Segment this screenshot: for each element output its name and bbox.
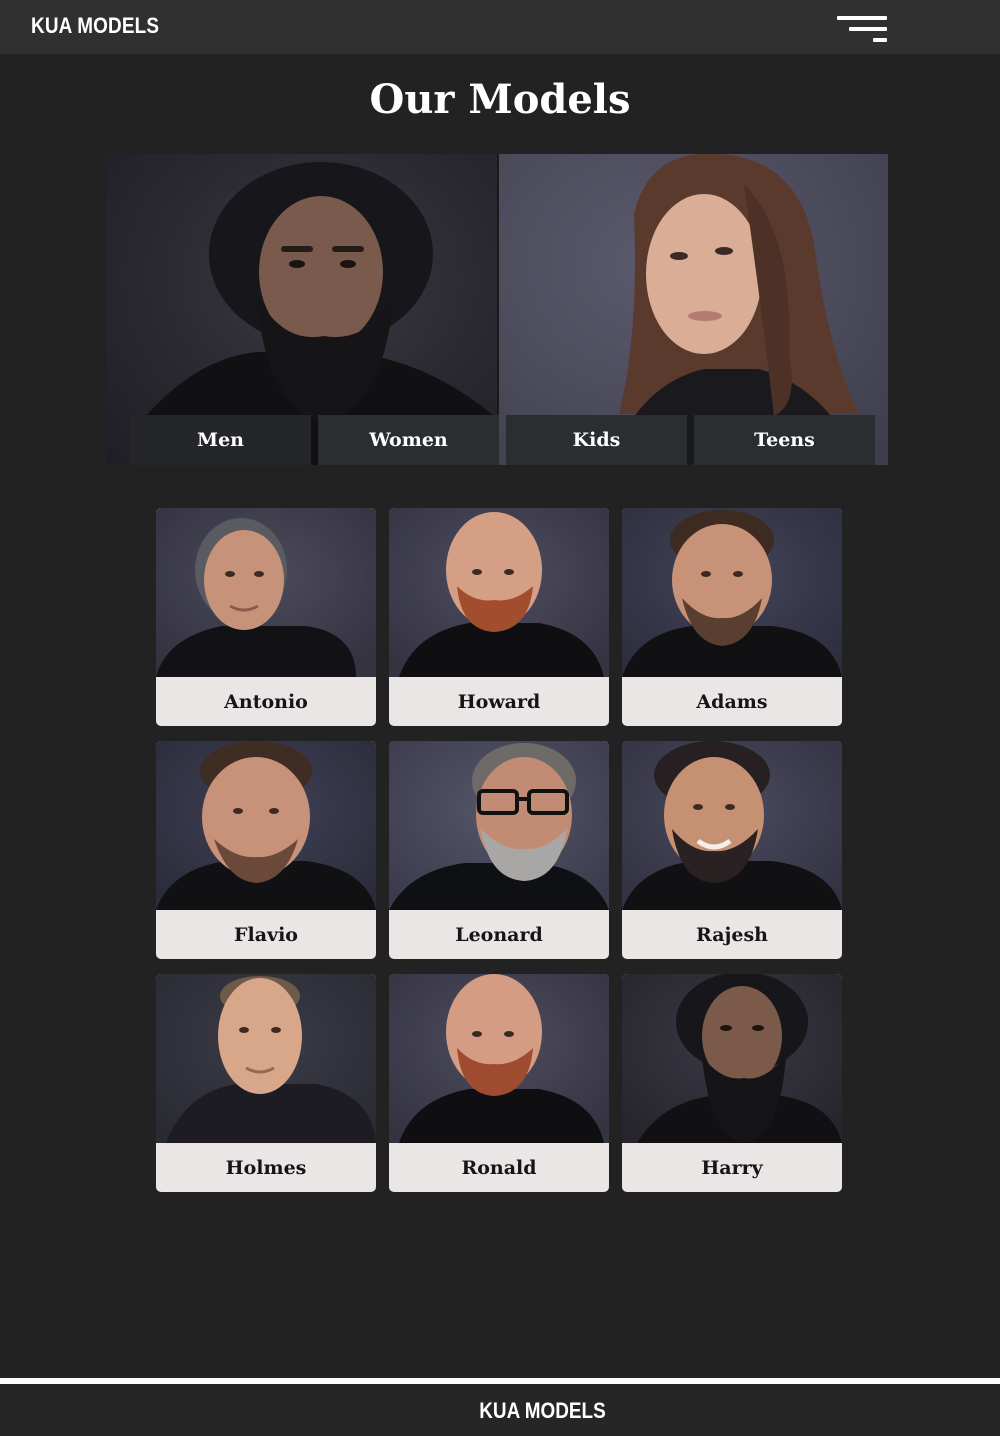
model-photo	[389, 508, 609, 677]
model-name: Rajesh	[695, 923, 768, 946]
model-card-rajesh[interactable]: Rajesh	[622, 741, 842, 959]
model-name: Antonio	[224, 690, 308, 713]
model-photo	[156, 508, 376, 677]
top-navbar: KUA MODELS	[0, 0, 1000, 54]
tab-men[interactable]: Men	[130, 415, 311, 465]
model-name: Adams	[696, 690, 768, 713]
model-name: Flavio	[234, 923, 298, 946]
model-card-howard[interactable]: Howard	[389, 508, 609, 726]
model-card-adams[interactable]: Adams	[622, 508, 842, 726]
hero-banner: Men Women Kids Teens	[106, 154, 888, 465]
model-photo	[622, 741, 842, 910]
model-name: Leonard	[455, 923, 543, 946]
model-name: Harry	[701, 1156, 763, 1179]
model-card-ronald[interactable]: Ronald	[389, 974, 609, 1192]
footer: KUA MODELS	[0, 1384, 1000, 1436]
model-photo	[156, 974, 376, 1143]
model-photo	[389, 974, 609, 1143]
model-photo	[622, 508, 842, 677]
model-photo	[389, 741, 609, 910]
model-photo	[156, 741, 376, 910]
category-tabs: Men Women Kids Teens	[130, 415, 875, 465]
page-title: Our Models	[369, 76, 631, 123]
model-card-leonard[interactable]: Leonard	[389, 741, 609, 959]
model-card-flavio[interactable]: Flavio	[156, 741, 376, 959]
model-name: Ronald	[461, 1156, 537, 1179]
model-name: Howard	[457, 690, 541, 713]
tab-women[interactable]: Women	[318, 415, 499, 465]
model-card-antonio[interactable]: Antonio	[156, 508, 376, 726]
model-name: Holmes	[225, 1156, 307, 1179]
model-card-harry[interactable]: Harry	[622, 974, 842, 1192]
tab-kids[interactable]: Kids	[506, 415, 687, 465]
site-logo[interactable]: KUA MODELS	[31, 13, 159, 39]
model-photo	[622, 974, 842, 1143]
footer-logo[interactable]: KUA MODELS	[76, 1398, 1000, 1424]
hamburger-menu-icon[interactable]	[834, 14, 890, 48]
tab-teens[interactable]: Teens	[694, 415, 875, 465]
model-card-holmes[interactable]: Holmes	[156, 974, 376, 1192]
